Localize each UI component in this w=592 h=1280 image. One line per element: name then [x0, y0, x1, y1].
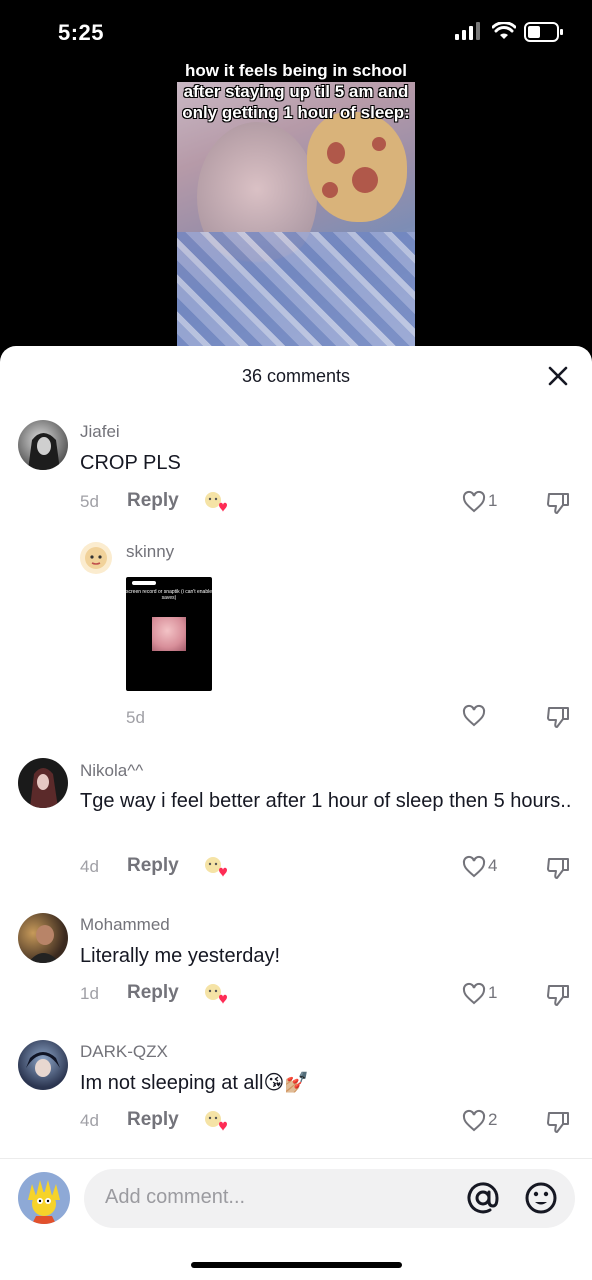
- home-indicator: [191, 1262, 402, 1268]
- comment-date: 5d: [80, 492, 99, 511]
- heart-icon: [462, 855, 486, 878]
- status-bar: 5:25: [0, 0, 592, 64]
- dislike-icon[interactable]: [545, 490, 571, 516]
- like-button[interactable]: 1: [462, 982, 502, 1008]
- kiss-emoji-react-icon[interactable]: [202, 853, 230, 881]
- comment-text: CROP PLS: [80, 452, 181, 474]
- reply-button[interactable]: Reply: [127, 855, 179, 877]
- kiss-emoji-react-icon[interactable]: [202, 488, 230, 516]
- comment-username[interactable]: Jiafei: [80, 422, 120, 442]
- comment-username[interactable]: DARK-QZX: [80, 1042, 168, 1062]
- comment-username[interactable]: Nikola^^: [80, 761, 143, 781]
- comment-date: 1d: [80, 984, 99, 1003]
- thumb-photo: [152, 617, 186, 651]
- like-count: 1: [488, 491, 498, 510]
- comment-date: 4d: [80, 857, 99, 876]
- mention-at-icon[interactable]: [466, 1181, 500, 1215]
- comment-meta: 4d Reply: [80, 1109, 580, 1135]
- comment-text: Literally me yesterday!: [80, 945, 281, 967]
- thumb-text: screen record or snaptik (i can't enable…: [126, 589, 212, 601]
- comment-meta: 5d Reply: [80, 490, 580, 516]
- reply-button[interactable]: Reply: [127, 982, 179, 1004]
- close-icon[interactable]: [546, 364, 570, 388]
- like-button[interactable]: 4: [462, 855, 502, 881]
- comment-username[interactable]: Mohammed: [80, 915, 170, 935]
- avatar[interactable]: [18, 1040, 68, 1090]
- dislike-icon[interactable]: [545, 982, 571, 1008]
- cellular-signal-icon: [455, 22, 480, 40]
- dislike-icon[interactable]: [545, 1109, 571, 1135]
- emoji-icon[interactable]: [524, 1181, 558, 1215]
- video-caption: how it feels being in school after stayi…: [182, 61, 410, 122]
- heart-icon: [462, 982, 486, 1005]
- comments-count-title: 36 comments: [241, 366, 351, 386]
- reply-image-thumbnail[interactable]: screen record or snaptik (i can't enable…: [126, 577, 212, 691]
- avatar[interactable]: [18, 758, 68, 808]
- comment-input-placeholder: Add comment...: [105, 1186, 246, 1208]
- avatar[interactable]: [18, 913, 68, 963]
- heart-icon: [462, 490, 486, 513]
- like-count: 4: [488, 856, 498, 875]
- comments-sheet: 36 comments Jiafei CROP PLS 5d Reply 1 s…: [0, 346, 592, 1280]
- wifi-icon: [492, 22, 516, 39]
- my-avatar: [18, 1172, 70, 1224]
- battery-icon: [524, 22, 563, 42]
- like-button[interactable]: [462, 704, 502, 730]
- comment-meta: 1d Reply: [80, 982, 580, 1008]
- dislike-icon[interactable]: [545, 855, 571, 881]
- heart-icon: [462, 704, 486, 727]
- kiss-emoji-react-icon[interactable]: [202, 980, 230, 1008]
- avatar[interactable]: [80, 542, 112, 574]
- reply-meta: 5d: [126, 706, 592, 732]
- like-count: 1: [488, 983, 498, 1002]
- comment-text: Im not sleeping at all😘💅🏼: [80, 1072, 310, 1094]
- video-blanket: [177, 232, 415, 348]
- reply-username[interactable]: skinny: [126, 542, 174, 562]
- thumb-header: [132, 581, 156, 585]
- like-count: 2: [488, 1110, 498, 1129]
- avatar[interactable]: [18, 420, 68, 470]
- video-pillow: [307, 112, 407, 222]
- reply-date: 5d: [126, 708, 145, 727]
- like-button[interactable]: 2: [462, 1109, 502, 1135]
- composer-divider: [0, 1158, 592, 1159]
- comment-date: 4d: [80, 1111, 99, 1130]
- comment-input[interactable]: Add comment...: [84, 1169, 575, 1228]
- like-button[interactable]: 1: [462, 490, 502, 516]
- kiss-emoji-react-icon[interactable]: [202, 1107, 230, 1135]
- reply-button[interactable]: Reply: [127, 1109, 179, 1131]
- dislike-icon[interactable]: [545, 704, 571, 730]
- heart-icon: [462, 1109, 486, 1132]
- comment-text: Tge way i feel better after 1 hour of sl…: [80, 790, 572, 812]
- reply-button[interactable]: Reply: [127, 490, 179, 512]
- comment-meta: 4d Reply: [80, 855, 580, 881]
- status-time: 5:25: [58, 20, 105, 45]
